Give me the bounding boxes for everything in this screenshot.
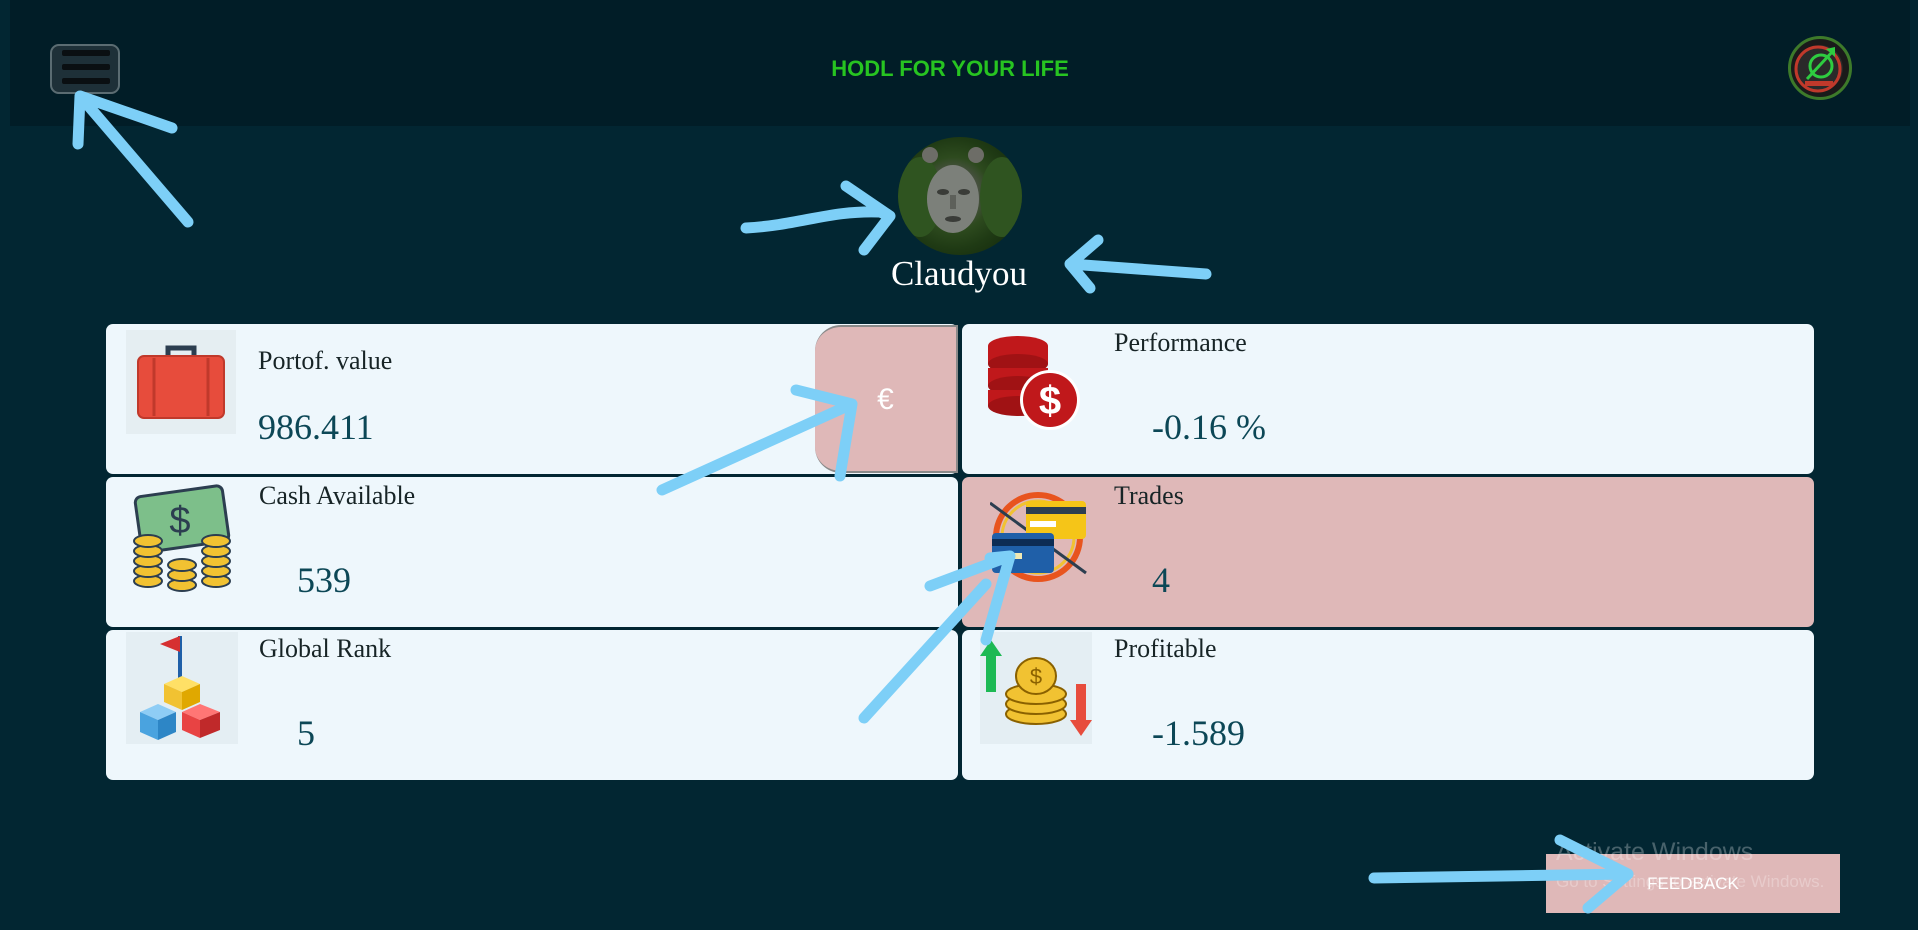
- profitable-card: $ Profitable -1.589: [962, 630, 1814, 780]
- annotation-arrow-avatar: [740, 180, 896, 256]
- portfolio-value: 986.411: [258, 407, 374, 447]
- profitable-label: Profitable: [1114, 634, 1217, 663]
- global-rank-card: Global Rank 5: [106, 630, 958, 780]
- activate-windows-watermark-title: Activate Windows: [1556, 838, 1754, 866]
- portfolio-value-label: Portof. value: [258, 346, 393, 375]
- coins-dollar-icon: $: [984, 330, 1084, 439]
- credit-cards-icon: [989, 487, 1090, 592]
- app-title: HODL FOR YOUR LIFE: [831, 56, 1069, 81]
- username: Claudyou: [890, 254, 1028, 293]
- trades-label: Trades: [1114, 481, 1184, 510]
- svg-text:$: $: [1030, 664, 1042, 689]
- rank-blocks-icon: [126, 632, 238, 749]
- cash-coins-icon: $: [132, 481, 234, 598]
- profit-coins-icon: $: [980, 632, 1092, 749]
- performance-card: $ Performance -0.16 %: [962, 324, 1814, 474]
- global-rank-value: 5: [297, 713, 315, 753]
- global-rank-label: Global Rank: [259, 634, 392, 663]
- briefcase-icon: [126, 330, 236, 439]
- cash-available-label: Cash Available: [259, 481, 416, 510]
- svg-text:$: $: [1039, 379, 1061, 423]
- svg-text:$: $: [169, 500, 190, 542]
- currency-toggle-button[interactable]: €: [815, 325, 958, 473]
- cash-available-value: 539: [297, 560, 351, 600]
- performance-label: Performance: [1114, 328, 1247, 357]
- trades-card: Trades 4: [962, 477, 1814, 627]
- app-logo-icon[interactable]: [1788, 36, 1852, 100]
- user-avatar: [898, 137, 1022, 255]
- performance-value: -0.16 %: [1152, 407, 1266, 447]
- cash-available-card: $ Cash Available 539: [106, 477, 958, 627]
- trades-value: 4: [1152, 560, 1170, 600]
- profitable-value: -1.589: [1152, 713, 1245, 753]
- activate-windows-watermark-subtitle: Go to Settings to activate Windows.: [1556, 872, 1825, 891]
